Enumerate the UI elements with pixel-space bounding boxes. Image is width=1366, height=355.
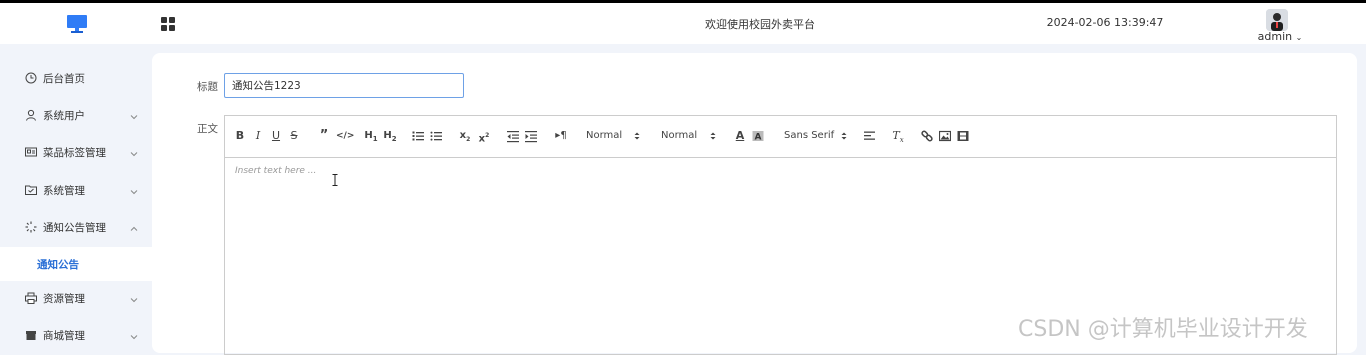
header: 欢迎使用校园外卖平台 2024-02-06 13:39:47 admin ⌄ [0,3,1366,44]
sidebar-item-dashboard[interactable]: 后台首页 [0,60,152,97]
chevron-down-icon: ⌄ [1295,33,1303,42]
clear-format-icon[interactable]: Tx [892,128,904,144]
user-dropdown[interactable]: admin ⌄ [1255,30,1305,43]
picker-arrow-icon [841,131,847,141]
superscript-icon[interactable]: x2 [478,128,490,144]
shop-icon [25,329,37,341]
watermark: CSDN @计算机毕业设计开发 [1018,317,1308,342]
link-icon[interactable] [921,128,933,144]
picker-arrow-icon [710,131,716,141]
video-icon[interactable] [957,128,969,144]
header-picker-label: Normal [661,130,698,141]
sidebar-item-system-users[interactable]: 系统用户 [0,97,152,134]
sidebar-item-shop-management[interactable]: 商城管理 [0,317,152,354]
ordered-list-icon[interactable] [412,128,424,144]
svg-text:A: A [755,133,762,143]
image-icon[interactable] [939,128,951,144]
header2-icon[interactable]: H2 [383,128,397,144]
strikethrough-icon[interactable]: S [289,128,299,144]
align-left-icon[interactable] [864,128,876,144]
header1-icon[interactable]: H1 [364,128,378,144]
main-panel: 标题 正文 B I U S ” </> H1 H2 x2 x2 [152,53,1357,355]
font-picker[interactable]: Sans Serif [784,128,852,144]
code-block-icon[interactable]: </> [336,128,354,144]
clock-icon [25,72,37,84]
text-color-icon[interactable]: A [734,128,746,144]
text-cursor-icon [332,174,338,186]
sidebar-item-label: 通知公告管理 [43,222,106,234]
user-icon [25,109,37,121]
id-card-icon [25,146,37,158]
sidebar-item-label: 菜品标签管理 [43,147,106,159]
chevron-down-icon [130,111,138,120]
sidebar-item-label: 资源管理 [43,293,85,305]
sidebar-item-label: 系统管理 [43,185,85,197]
sidebar-item-label: 后台首页 [43,73,85,85]
text-direction-icon[interactable]: ▸¶ [554,128,568,144]
outdent-icon[interactable] [507,128,519,144]
picker-arrow-icon [634,131,640,141]
blockquote-icon[interactable]: ” [318,128,330,144]
title-input[interactable] [224,73,464,98]
sidebar-item-system-management[interactable]: 系统管理 [0,172,152,209]
site-title: 欢迎使用校园外卖平台 [705,18,815,31]
header-picker[interactable]: Normal [661,128,723,144]
printer-icon [25,292,37,304]
sidebar-item-label: 系统用户 [43,110,85,122]
indent-icon[interactable] [525,128,537,144]
editor-placeholder: Insert text here ... [235,166,317,176]
sidebar-item-label: 商城管理 [43,330,85,342]
avatar[interactable] [1266,9,1288,31]
bold-icon[interactable]: B [235,128,245,144]
sidebar-item-notice-management[interactable]: 通知公告管理 [0,209,152,246]
bullet-list-icon[interactable] [430,128,442,144]
size-picker-label: Normal [586,130,623,141]
grid-menu-icon[interactable] [160,16,176,32]
sidebar-subitem-label: 通知公告 [37,259,79,271]
sidebar-subitem-notice[interactable]: 通知公告 [0,247,152,281]
sidebar-item-resources[interactable]: 资源管理 [0,280,152,317]
user-name: admin [1257,30,1293,43]
background-color-icon[interactable]: A [752,128,764,144]
underline-icon[interactable]: U [271,128,281,144]
body-label: 正文 [197,123,218,135]
subscript-icon[interactable]: x2 [459,128,471,144]
current-datetime: 2024-02-06 13:39:47 [1046,16,1164,29]
loading-icon [25,221,37,233]
sidebar-item-dish-tags[interactable]: 菜品标签管理 [0,134,152,171]
chevron-up-icon [130,223,138,231]
monitor-logo-icon [66,13,88,35]
italic-icon[interactable]: I [253,128,263,144]
title-label: 标题 [197,81,218,93]
editor-toolbar: B I U S ” </> H1 H2 x2 x2 ▸¶ Normal Norm… [225,116,1336,158]
folder-check-icon [25,184,37,196]
font-picker-label: Sans Serif [784,130,835,141]
sidebar: 后台首页 系统用户 菜品标签管理 系统管理 通知公告管理 通知公告 资源管理 商… [0,44,152,349]
chevron-down-icon [130,186,138,195]
chevron-down-icon [130,294,138,303]
chevron-down-icon [130,148,138,157]
chevron-down-icon [130,331,138,340]
size-picker[interactable]: Normal [586,128,648,144]
